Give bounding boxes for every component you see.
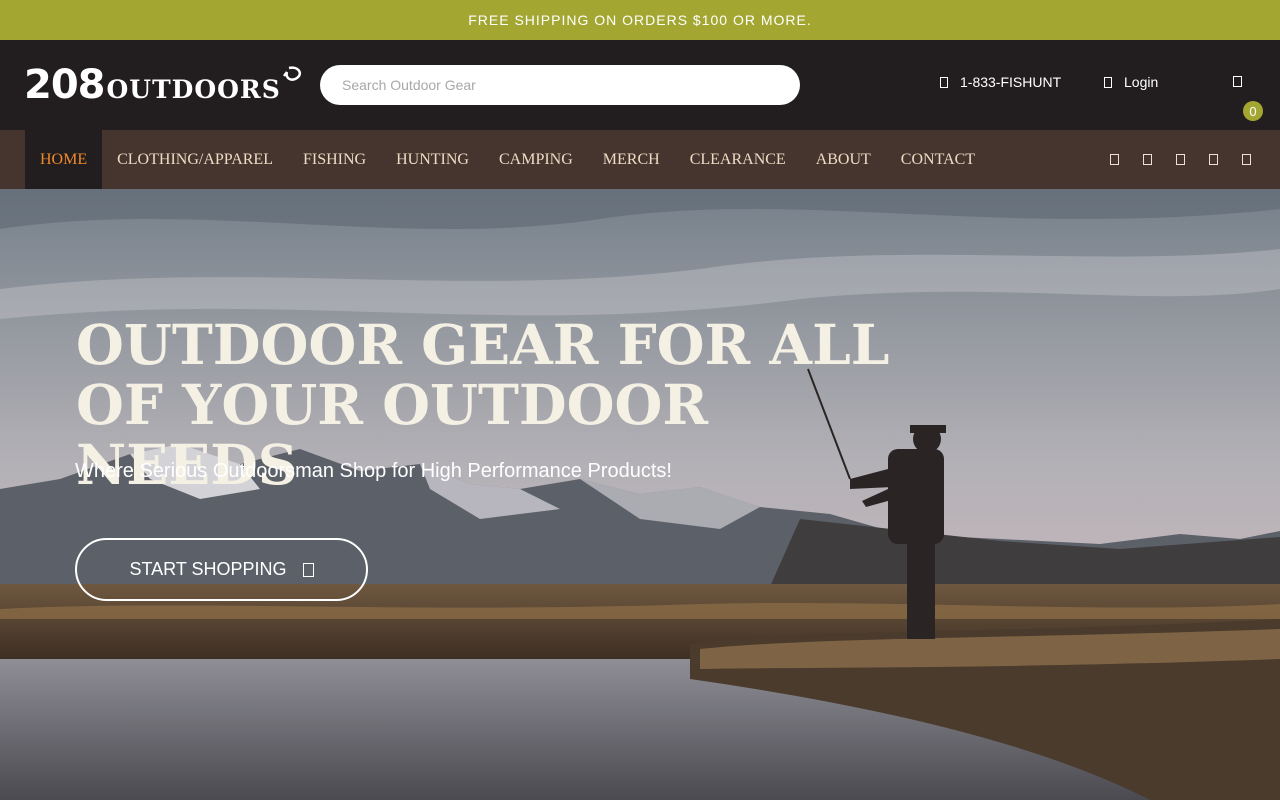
hero-banner: OUTDOOR GEAR FOR ALL OF YOUR OUTDOOR NEE… bbox=[0, 189, 1280, 800]
nav-item-about[interactable]: ABOUT bbox=[801, 130, 886, 189]
cart-button[interactable] bbox=[1233, 76, 1242, 87]
nav-item-clothing-apparel[interactable]: CLOTHING/APPAREL bbox=[102, 130, 288, 189]
user-icon bbox=[1104, 76, 1112, 88]
social-icon[interactable] bbox=[1209, 154, 1218, 165]
main-nav: HOME CLOTHING/APPAREL FISHING HUNTING CA… bbox=[0, 130, 1280, 189]
promo-text: FREE SHIPPING ON ORDERS $100 OR MORE. bbox=[468, 12, 812, 28]
site-logo[interactable]: 208 OUTDOORS bbox=[24, 62, 303, 108]
login-label: Login bbox=[1124, 74, 1159, 90]
nav-item-clearance[interactable]: CLEARANCE bbox=[675, 130, 801, 189]
nav-item-merch[interactable]: MERCH bbox=[588, 130, 675, 189]
logo-number: 208 bbox=[24, 62, 105, 108]
promo-bar: FREE SHIPPING ON ORDERS $100 OR MORE. bbox=[0, 0, 1280, 40]
arrow-icon bbox=[302, 562, 314, 577]
fish-hook-icon bbox=[282, 66, 301, 81]
hero-subtitle: Where Serious Outdoorsman Shop for High … bbox=[75, 460, 672, 482]
phone-link[interactable]: 1-833-FISHUNT bbox=[940, 74, 1061, 90]
social-links bbox=[1110, 130, 1251, 189]
cart-count-badge: 0 bbox=[1243, 101, 1263, 121]
social-icon[interactable] bbox=[1242, 154, 1251, 165]
search-bar bbox=[320, 65, 800, 105]
nav-item-home[interactable]: HOME bbox=[25, 130, 103, 189]
nav-menu: HOME CLOTHING/APPAREL FISHING HUNTING CA… bbox=[25, 130, 990, 189]
social-icon[interactable] bbox=[1176, 154, 1185, 165]
start-shopping-label: START SHOPPING bbox=[129, 559, 287, 579]
phone-icon bbox=[940, 76, 948, 88]
nav-item-fishing[interactable]: FISHING bbox=[288, 130, 381, 189]
nav-item-camping[interactable]: CAMPING bbox=[484, 130, 588, 189]
site-header: 208 OUTDOORS 1-833-FISHUNT Login 0 bbox=[0, 40, 1280, 130]
cart-icon bbox=[1233, 76, 1242, 87]
login-link[interactable]: Login bbox=[1104, 74, 1158, 90]
search-input[interactable] bbox=[340, 76, 780, 94]
nav-item-contact[interactable]: CONTACT bbox=[886, 130, 990, 189]
logo-word: OUTDOORS bbox=[106, 75, 281, 104]
phone-number: 1-833-FISHUNT bbox=[960, 74, 1062, 90]
social-icon[interactable] bbox=[1143, 154, 1152, 165]
start-shopping-button[interactable]: START SHOPPING bbox=[75, 538, 368, 601]
hero-title-line-1: OUTDOOR GEAR FOR ALL bbox=[76, 312, 890, 377]
nav-item-hunting[interactable]: HUNTING bbox=[381, 130, 484, 189]
social-icon[interactable] bbox=[1110, 154, 1119, 165]
